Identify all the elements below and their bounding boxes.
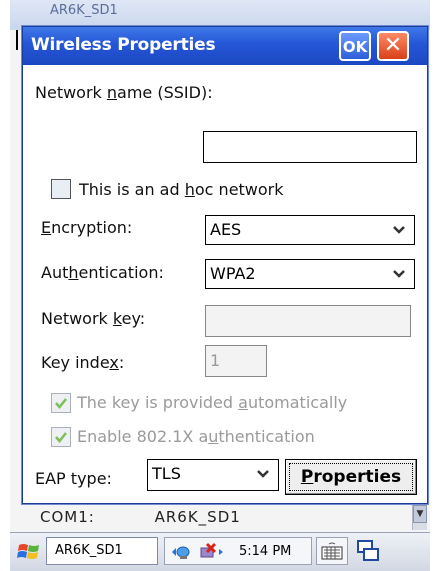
background-cursor-line	[16, 30, 18, 50]
eap-type-value: TLS	[152, 464, 181, 483]
checkmark-icon	[55, 398, 67, 409]
list-item-port: COM1:	[40, 508, 95, 526]
background-window-title: AR6K_SD1	[50, 3, 118, 18]
encryption-select[interactable]: AES	[205, 215, 415, 245]
key-index-label: Key index:	[41, 353, 125, 372]
properties-button[interactable]: Properties	[285, 459, 417, 495]
key-index-input[interactable]: 1	[205, 345, 267, 377]
network-key-label: Network key:	[41, 309, 146, 328]
ok-button[interactable]: OK	[339, 31, 371, 61]
chevron-down-icon	[393, 270, 405, 278]
close-icon[interactable]: ✕	[377, 31, 409, 61]
chevron-down-icon	[393, 226, 405, 234]
enable-8021x-label: Enable 802.1X authentication	[77, 427, 315, 446]
authentication-value: WPA2	[210, 264, 256, 283]
connectivity-status-icon[interactable]	[197, 542, 225, 562]
eap-type-select[interactable]: TLS	[147, 459, 279, 491]
encryption-value: AES	[210, 220, 242, 239]
windows-start-icon[interactable]	[16, 539, 42, 565]
scroll-down-arrow-icon[interactable]: ▼	[413, 505, 427, 523]
eap-type-label: EAP type:	[35, 469, 112, 488]
task-item-ar6k[interactable]: AR6K_SD1	[46, 537, 158, 565]
authentication-label: Authentication:	[41, 263, 164, 282]
ssid-label: Network name (SSID):	[35, 83, 213, 102]
list-item-adapter: AR6K_SD1	[154, 508, 241, 526]
show-desktop-icon[interactable]	[354, 537, 382, 565]
ssid-input[interactable]	[203, 131, 417, 163]
authentication-select[interactable]: WPA2	[205, 259, 415, 289]
auto-key-label: The key is provided automatically	[77, 393, 348, 412]
dialog-titlebar: Wireless Properties OK ✕	[23, 27, 427, 65]
enable-8021x-checkbox[interactable]	[51, 427, 71, 447]
system-tray: 5:14 PM	[164, 537, 312, 565]
network-key-input[interactable]	[205, 305, 411, 337]
clock-time[interactable]: 5:14 PM	[239, 544, 291, 559]
checkmark-icon	[55, 432, 67, 443]
encryption-label: Encryption:	[41, 218, 133, 237]
wireless-properties-dialog: Wireless Properties OK ✕ Network name (S…	[22, 26, 428, 504]
network-connection-icon[interactable]	[171, 543, 193, 561]
keyboard-icon[interactable]	[316, 537, 348, 565]
keyboard-glyph-icon	[321, 542, 343, 560]
dialog-title: Wireless Properties	[31, 35, 216, 55]
adhoc-checkbox[interactable]	[51, 179, 71, 199]
background-list-row[interactable]: COM1: AR6K_SD1	[40, 508, 295, 526]
auto-key-checkbox[interactable]	[51, 393, 71, 413]
adhoc-label: This is an ad hoc network	[79, 180, 284, 199]
taskbar: AR6K_SD1 5:14 PM	[10, 532, 430, 571]
chevron-down-icon	[257, 470, 269, 478]
